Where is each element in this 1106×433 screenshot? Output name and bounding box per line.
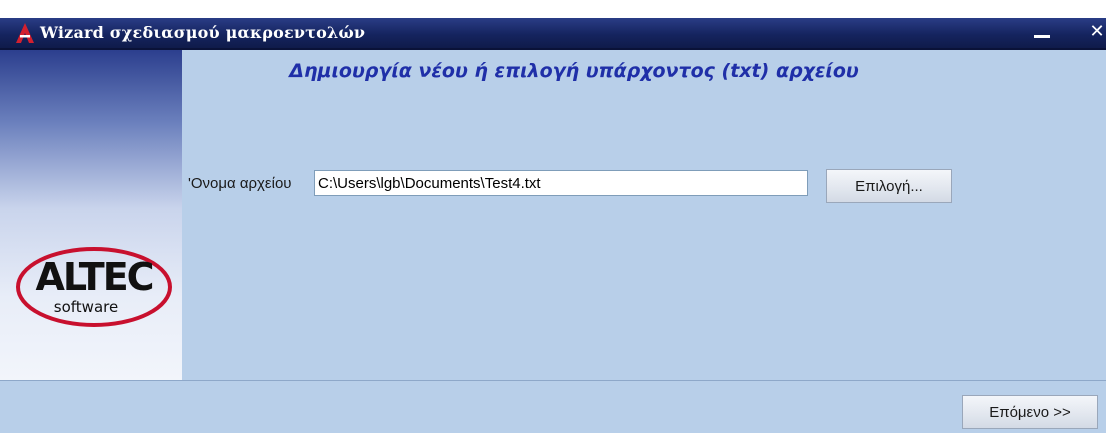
next-button[interactable]: Επόμενο >> bbox=[962, 395, 1098, 429]
page-title-text: Δημιουργία νέου ή επιλογή υπάρχοντος (tx… bbox=[289, 60, 859, 82]
altec-logo: ALTEC software bbox=[16, 247, 172, 327]
file-name-label: 'Ονομα αρχείου bbox=[188, 175, 292, 192]
minimize-button[interactable] bbox=[1030, 26, 1056, 40]
wizard-footer: Επόμενο >> bbox=[0, 380, 1106, 433]
browse-button[interactable]: Επιλογή... bbox=[826, 169, 952, 203]
side-banner: ALTEC software bbox=[0, 50, 182, 380]
wizard-window: Wizard σχεδιασμού μακροεντολών ✕ ALTEC s… bbox=[0, 0, 1106, 433]
logo-wordmark: ALTEC bbox=[35, 255, 152, 299]
window-title: Wizard σχεδιασμού μακροεντολών bbox=[40, 23, 366, 42]
minimize-icon bbox=[1034, 35, 1050, 38]
close-button[interactable]: ✕ bbox=[1088, 20, 1106, 42]
title-bar[interactable]: Wizard σχεδιασμού μακροεντολών ✕ bbox=[0, 18, 1106, 50]
file-path-input[interactable] bbox=[314, 170, 808, 196]
close-icon: ✕ bbox=[1089, 21, 1105, 41]
altec-app-icon bbox=[16, 23, 34, 43]
logo-subtext: software bbox=[54, 298, 118, 316]
wizard-content: Δημιουργία νέου ή επιλογή υπάρχοντος (tx… bbox=[182, 50, 1106, 380]
page-title: Δημιουργία νέου ή επιλογή υπάρχοντος (tx… bbox=[182, 60, 1106, 82]
